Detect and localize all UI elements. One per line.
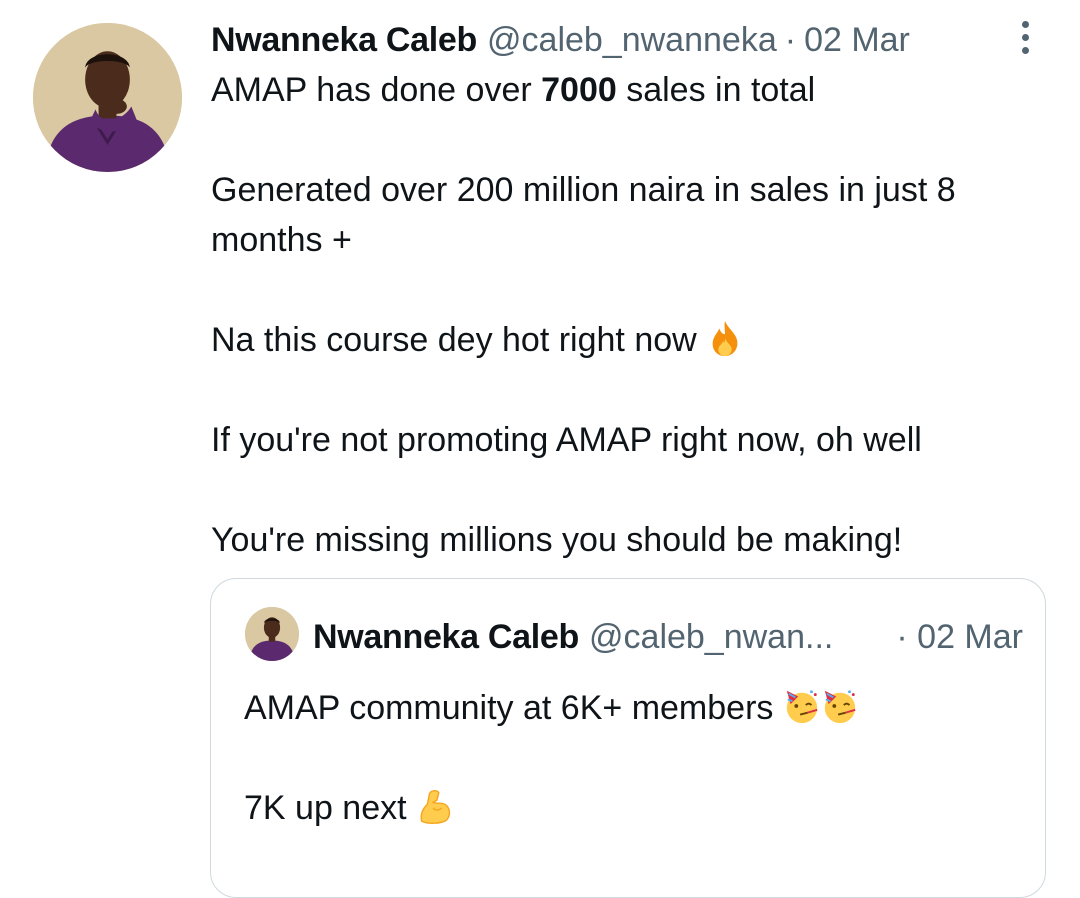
quoted-tweet-date-wrap: · 02 Mar — [896, 615, 1023, 659]
quoted-line-1: AMAP community at 6K+ members — [244, 683, 1024, 733]
author-handle[interactable]: @caleb_nwanneka — [487, 21, 777, 60]
tweet-line-2: Generated over 200 million naira in sale… — [211, 171, 956, 259]
quoted-author-handle: @caleb_nwan... — [589, 617, 834, 656]
more-options-icon[interactable] — [1013, 15, 1037, 59]
quoted-author-avatar — [245, 607, 299, 661]
quoted-line-2: 7K up next — [244, 783, 1024, 833]
quoted-tweet-card[interactable]: Nwanneka Caleb @caleb_nwan... · 02 Mar A… — [210, 578, 1046, 898]
partying-face-icon — [783, 687, 821, 725]
sales-count: 7000 — [541, 71, 617, 109]
author-avatar[interactable] — [33, 23, 182, 172]
quoted-tweet-header: Nwanneka Caleb @caleb_nwan... — [313, 615, 833, 659]
tweet-body: AMAP has done over 7000 sales in total G… — [211, 65, 1051, 565]
tweet-line-1: AMAP has done over 7000 sales in total — [211, 71, 816, 109]
quoted-separator: · — [896, 617, 908, 656]
quoted-tweet-date: 02 Mar — [917, 617, 1023, 656]
author-name[interactable]: Nwanneka Caleb — [211, 21, 477, 60]
quoted-author-name: Nwanneka Caleb — [313, 617, 580, 656]
tweet-line-5: You're missing millions you should be ma… — [211, 521, 903, 559]
quoted-tweet-body: AMAP community at 6K+ members 7K up next — [244, 683, 1024, 833]
tweet-line-4: If you're not promoting AMAP right now, … — [211, 421, 922, 459]
tweet-header: Nwanneka Caleb @caleb_nwanneka · 02 Mar — [211, 18, 910, 62]
fire-emoji-icon — [706, 319, 744, 357]
tweet-date[interactable]: 02 Mar — [804, 21, 910, 60]
separator: · — [784, 20, 797, 59]
partying-face-icon — [821, 687, 859, 725]
tweet-line-3: Na this course dey hot right now — [211, 315, 1051, 365]
flexed-biceps-icon — [416, 787, 454, 825]
